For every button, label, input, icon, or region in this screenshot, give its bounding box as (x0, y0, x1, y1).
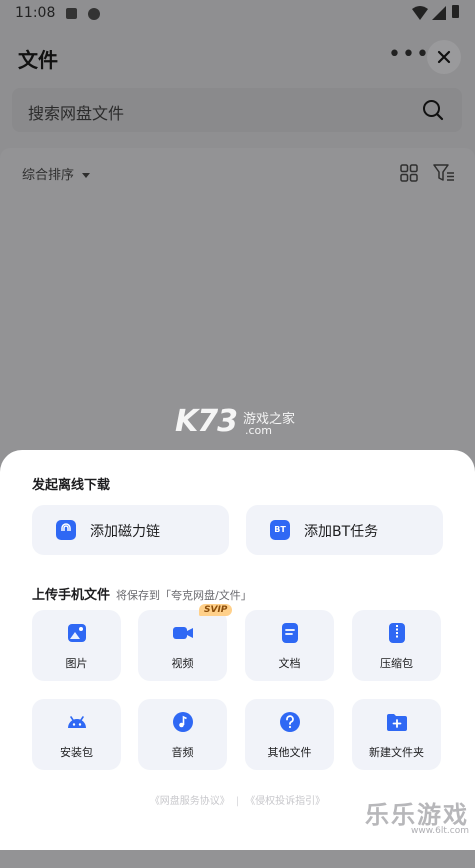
tile-label: 图片 (65, 657, 88, 670)
search-input[interactable]: 搜索网盘文件 (12, 88, 462, 132)
tile-label: 安装包 (60, 746, 93, 759)
add-magnet-label: 添加磁力链 (90, 524, 160, 540)
bottom-watermark-text: 乐乐游戏 (365, 801, 469, 829)
svip-badge: SVIP (199, 604, 233, 616)
tile-label: 文档 (278, 657, 301, 670)
offline-download-title: 发起离线下载 (32, 478, 111, 493)
close-button[interactable] (427, 40, 461, 74)
bottom-watermark: 乐乐游戏 www.6lt.com (365, 795, 469, 836)
watermark-logo: K73 游戏之家 .com (175, 404, 295, 439)
android-icon (68, 716, 86, 728)
upload-apk-tile[interactable]: 安装包 (32, 699, 121, 770)
magnet-icon (56, 520, 76, 540)
question-icon (280, 712, 300, 732)
music-icon (173, 712, 193, 732)
status-bar: 11:08 (0, 0, 475, 28)
battery-icon (452, 5, 459, 18)
new-folder-icon (387, 714, 407, 731)
search-icon[interactable] (422, 99, 444, 121)
upload-archive-tile[interactable]: 压缩包 (352, 610, 441, 681)
tile-label: 视频 (171, 657, 194, 670)
sort-dropdown[interactable]: 综合排序 (22, 164, 91, 183)
top-bar: 文件 ••• (0, 30, 475, 86)
upload-section-title: 上传手机文件 将保存到「夸克网盘/文件」 (32, 584, 252, 603)
upload-bottom-sheet: 发起离线下载 添加磁力链 BT 添加BT任务 上传手机文件 将保存到「夸克网盘/文… (0, 450, 475, 850)
search-placeholder: 搜索网盘文件 (28, 104, 125, 123)
tile-label: 新建文件夹 (369, 746, 424, 759)
footer-divider: | (235, 796, 240, 807)
upload-title: 上传手机文件 (32, 588, 111, 603)
infringement-guide-link[interactable]: 《侵权投诉指引》 (245, 796, 325, 807)
close-icon (437, 50, 451, 64)
wifi-icon (412, 6, 428, 20)
service-agreement-link[interactable]: 《网盘服务协议》 (150, 796, 230, 807)
upload-video-tile[interactable]: SVIP 视频 (138, 604, 233, 681)
signal-icon (432, 6, 446, 20)
add-bt-task-label: 添加BT任务 (304, 524, 379, 540)
image-icon (68, 624, 86, 642)
watermark-domain: .com (245, 424, 272, 437)
sort-label: 综合排序 (22, 168, 75, 183)
bottom-watermark-url: www.6lt.com (411, 826, 469, 836)
video-icon (173, 627, 193, 639)
watermark-brand: K73 (175, 404, 238, 439)
upload-subtitle: 将保存到「夸克网盘/文件」 (116, 589, 252, 602)
grid-view-icon[interactable] (400, 164, 418, 182)
chevron-down-icon (82, 173, 91, 178)
upload-other-file-tile[interactable]: 其他文件 (245, 699, 334, 770)
more-icon[interactable]: ••• (388, 44, 429, 70)
document-icon (282, 623, 298, 643)
tile-label: 其他文件 (267, 746, 312, 759)
upload-image-tile[interactable]: 图片 (32, 610, 121, 681)
page-title: 文件 (18, 48, 58, 72)
add-bt-task-button[interactable]: BT 添加BT任务 (246, 505, 443, 555)
bt-icon: BT (270, 520, 290, 540)
tile-label: 音频 (171, 746, 194, 759)
add-magnet-button[interactable]: 添加磁力链 (32, 505, 229, 555)
notification-icon (66, 8, 77, 19)
filter-icon[interactable] (433, 163, 455, 183)
new-folder-tile[interactable]: 新建文件夹 (352, 699, 441, 770)
archive-icon (389, 623, 405, 643)
app-notification-icon (88, 8, 100, 20)
tile-label: 压缩包 (380, 657, 413, 670)
upload-audio-tile[interactable]: 音频 (138, 699, 227, 770)
upload-document-tile[interactable]: 文档 (245, 610, 334, 681)
status-time: 11:08 (15, 5, 56, 21)
